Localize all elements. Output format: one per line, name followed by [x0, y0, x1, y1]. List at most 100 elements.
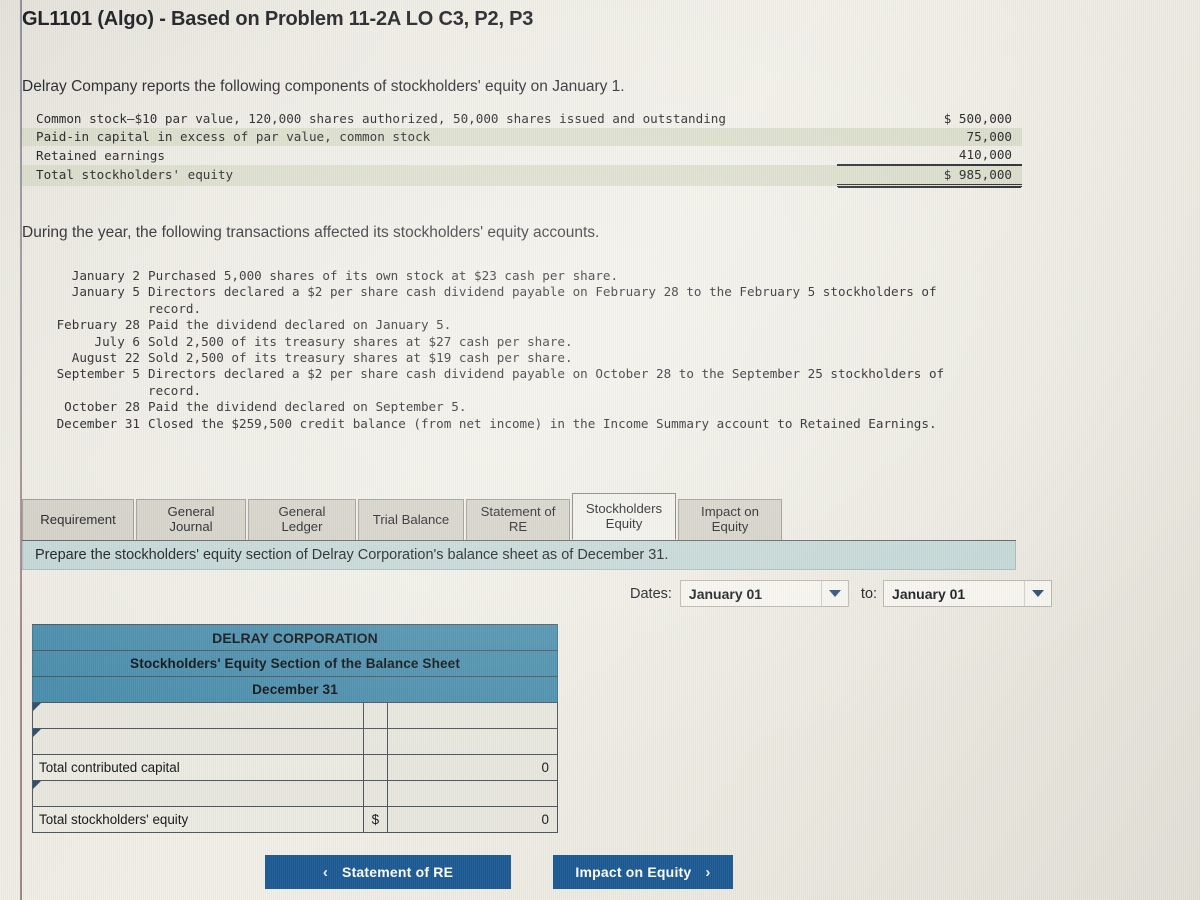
tab-label: Requirement	[40, 511, 116, 527]
transaction-text: Directors declared a $2 per share cash d…	[148, 366, 945, 382]
list-item: December 31 Closed the $259,500 credit b…	[22, 416, 1182, 432]
tab-statement-of-re[interactable]: Statement of RE	[466, 499, 570, 540]
chevron-down-icon[interactable]	[820, 581, 848, 606]
equity-total-amount: $ 985,000	[837, 164, 1022, 187]
list-item: January 2 Purchased 5,000 shares of its …	[22, 268, 1182, 284]
transaction-date: October 28	[64, 399, 140, 415]
transaction-date: February 28	[56, 317, 140, 333]
tab-label-line1: Impact on	[701, 504, 759, 520]
chevron-down-icon[interactable]	[1024, 581, 1051, 606]
transaction-date: December 31	[56, 415, 140, 431]
tab-label-line2: RE	[508, 519, 528, 534]
page-title: GL1101 (Algo) - Based on Problem 11-2A L…	[22, 8, 534, 30]
prev-button-label: Statement of RE	[342, 864, 454, 880]
table-row: Retained earnings 410,000	[22, 146, 1022, 165]
tab-label: General Journal	[168, 505, 215, 534]
transaction-date: August 22	[71, 350, 140, 366]
date-to-value: January 01	[892, 585, 966, 602]
total-stockholders-equity-label: Total stockholders' equity	[32, 806, 364, 833]
account-name-input[interactable]	[32, 780, 364, 807]
during-year-paragraph: During the year, the following transacti…	[22, 224, 600, 241]
list-item: February 28 Paid the dividend declared o…	[22, 317, 1182, 333]
tab-trial-balance[interactable]: Trial Balance	[358, 499, 464, 540]
list-item: October 28 Paid the dividend declared on…	[22, 399, 1182, 415]
transactions-list: January 2 Purchased 5,000 shares of its …	[22, 268, 1182, 432]
account-name-input[interactable]	[32, 728, 364, 755]
total-stockholders-equity-value: 0	[386, 806, 559, 833]
date-from-select[interactable]: January 01	[679, 580, 849, 607]
transaction-continuation: record.	[148, 300, 202, 316]
table-row	[32, 780, 559, 807]
tab-label-line2: Equity	[711, 519, 749, 534]
transaction-text: Paid the dividend declared on September …	[148, 399, 467, 415]
transaction-text: Directors declared a $2 per share cash d…	[148, 284, 937, 300]
currency-symbol-cell	[362, 728, 388, 755]
list-item: September 5 Directors declared a $2 per …	[22, 366, 1182, 382]
transaction-text: Sold 2,500 of its treasury shares at $19…	[148, 350, 573, 366]
account-name-input[interactable]	[32, 702, 364, 729]
intro-paragraph: Delray Company reports the following com…	[22, 78, 625, 95]
tab-label: Impact on Equity	[701, 505, 759, 534]
tab-label-line1: General	[278, 504, 326, 520]
screen-photo-background: GL1101 (Algo) - Based on Problem 11-2A L…	[0, 0, 1200, 900]
list-item: August 22 Sold 2,500 of its treasury sha…	[22, 350, 1182, 366]
transaction-text: Sold 2,500 of its treasury shares at $27…	[148, 333, 573, 349]
dates-label: Dates:	[630, 585, 672, 602]
transaction-continuation: record.	[148, 382, 202, 398]
equity-row-label: Paid-in capital in excess of par value, …	[36, 129, 431, 144]
tab-label-line1: Statement of	[480, 504, 556, 520]
table-row: Paid-in capital in excess of par value, …	[22, 128, 1022, 146]
tab-general-ledger[interactable]: General Ledger	[248, 499, 356, 540]
tab-label-line1: General	[167, 504, 215, 520]
tab-bar: Requirement General Journal General Ledg…	[22, 492, 1016, 541]
worksheet-header-row: December 31	[32, 676, 558, 703]
dates-to-label: to:	[860, 585, 878, 602]
currency-symbol-cell	[362, 702, 388, 729]
equity-row-amount: 410,000	[958, 147, 1012, 162]
chevron-right-icon: ›	[705, 863, 711, 881]
tab-impact-on-equity[interactable]: Impact on Equity	[678, 499, 782, 540]
equity-total-label: Total stockholders' equity	[36, 167, 234, 183]
worksheet-header-row: Stockholders' Equity Section of the Bala…	[32, 650, 558, 677]
date-range-controls: Dates: January 01 to: January 01	[630, 580, 1053, 607]
transaction-text: Paid the dividend declared on January 5.	[148, 317, 452, 333]
stockholders-equity-worksheet: DELRAY CORPORATION Stockholders' Equity …	[32, 624, 559, 833]
date-from-value: January 01	[688, 585, 763, 602]
transaction-date: July 6	[94, 333, 141, 349]
worksheet-panel: Requirement General Journal General Ledg…	[22, 492, 1053, 889]
amount-input[interactable]	[386, 780, 559, 807]
currency-symbol-cell	[362, 754, 388, 781]
tab-label-line2: Journal	[169, 519, 213, 534]
table-row	[32, 728, 559, 755]
tab-stockholders-equity[interactable]: Stockholders Equity	[572, 493, 676, 540]
prev-statement-of-re-button[interactable]: ‹ Statement of RE	[265, 855, 511, 889]
sheet-company-name: DELRAY CORPORATION	[32, 624, 558, 651]
table-row	[32, 702, 559, 729]
sheet-date: December 31	[32, 676, 558, 703]
table-row: Common stock—$10 par value, 120,000 shar…	[22, 110, 1022, 128]
tab-general-journal[interactable]: General Journal	[136, 499, 246, 540]
equity-row-label: Common stock—$10 par value, 120,000 shar…	[36, 111, 726, 126]
amount-input[interactable]	[386, 702, 559, 729]
amount-input[interactable]	[386, 728, 559, 755]
tab-label: Statement of RE	[481, 505, 556, 534]
worksheet-header-row: DELRAY CORPORATION	[32, 624, 558, 651]
date-to-select[interactable]: January 01	[883, 580, 1053, 607]
tab-label: General Ledger	[279, 505, 326, 534]
equity-row-label: Retained earnings	[36, 147, 165, 163]
next-impact-on-equity-button[interactable]: Impact on Equity ›	[553, 855, 733, 889]
transaction-text: Purchased 5,000 shares of its own stock …	[148, 268, 619, 283]
sheet-statement-name: Stockholders' Equity Section of the Bala…	[32, 650, 558, 677]
tab-label-line2: Ledger	[281, 519, 323, 534]
list-item: July 6 Sold 2,500 of its treasury shares…	[22, 334, 1182, 350]
currency-symbol-cell	[362, 780, 388, 807]
tab-label: Stockholders Equity	[585, 500, 663, 531]
tab-label-line1: Stockholders	[585, 500, 663, 516]
tab-label: Trial Balance	[372, 511, 450, 527]
transaction-text: Closed the $259,500 credit balance (from…	[148, 415, 937, 431]
table-row: Total stockholders' equity $ 0	[32, 806, 559, 833]
table-row: Total stockholders' equity $ 985,000	[22, 164, 1022, 187]
tab-requirement[interactable]: Requirement	[22, 499, 134, 540]
equity-row-amount: 75,000	[966, 129, 1013, 144]
transaction-date: January 2	[71, 268, 140, 283]
